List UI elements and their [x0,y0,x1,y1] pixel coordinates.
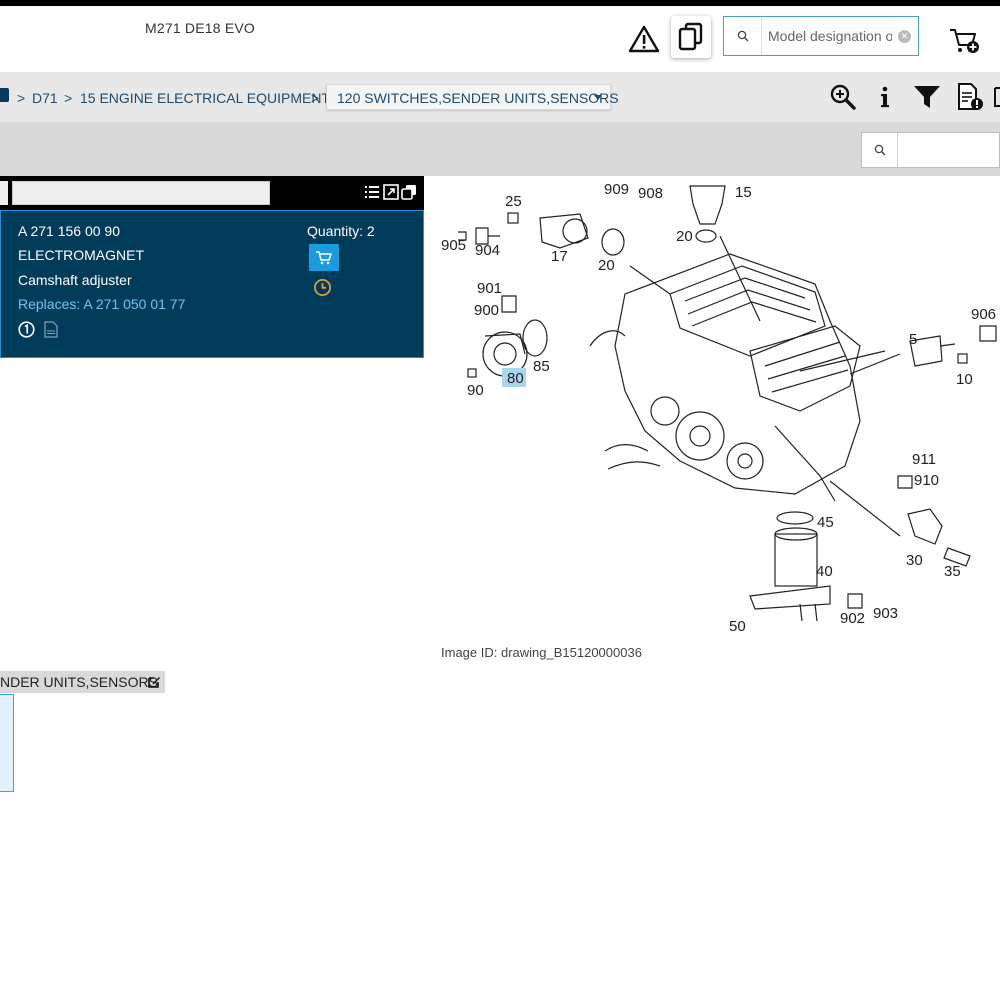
footnote-1-icon[interactable] [18,321,35,338]
list-view-icon[interactable] [364,184,380,200]
model-title: M271 DE18 EVO [145,20,255,36]
parts-search-button[interactable] [862,133,898,167]
breadcrumb-separator: > [17,90,26,106]
section-tag: NDER UNITS,SENSORS [0,671,165,693]
callout-label[interactable]: 45 [817,514,834,531]
warning-icon[interactable] [628,24,660,54]
model-search: ✕ [723,16,919,56]
caret-down-icon [594,95,602,100]
model-search-input[interactable] [768,26,892,46]
callout-label[interactable]: 40 [816,563,833,580]
part-description: Camshaft adjuster [18,272,132,288]
search-icon [737,30,748,42]
callout-label[interactable]: 85 [533,358,550,375]
edit-icon[interactable] [147,675,161,689]
callout-label[interactable]: 25 [505,193,522,210]
parts-panel-header [0,176,424,210]
callout-label[interactable]: 90 [467,382,484,399]
exploded-parts-drawing[interactable]: 909 908 15 25 20 905 904 17 20 901 900 8… [430,176,1000,636]
callout-label[interactable]: 20 [598,257,615,274]
callout-label[interactable]: 908 [638,185,663,202]
search-icon [874,144,885,156]
callout-label[interactable]: 17 [551,248,568,265]
drawing-image-id: Image ID: drawing_B15120000036 [441,645,642,660]
subgroup-dropdown[interactable]: 120 SWITCHES,SENDER UNITS,SENSORS [326,84,619,110]
callout-label[interactable]: 910 [914,472,939,489]
callout-label[interactable]: 35 [944,563,961,580]
add-to-cart-button[interactable] [309,244,339,271]
callout-label[interactable]: 20 [676,228,693,245]
cart-icon [316,250,332,264]
section-list-box[interactable] [0,694,14,792]
zoom-in-icon[interactable] [828,82,858,112]
part-name: ELECTROMAGNET [18,247,145,263]
subgroup-dropdown-label: 120 SWITCHES,SENDER UNITS,SENSORS [337,90,619,106]
breadcrumb-separator: > [64,90,73,106]
more-tools-icon[interactable] [993,82,1000,112]
callout-label[interactable]: 902 [840,610,865,627]
expand-icon[interactable] [383,184,399,200]
part-number: A 271 156 00 90 [18,223,120,239]
filter-icon[interactable] [912,82,942,112]
callout-label[interactable]: 901 [477,280,502,297]
callout-label[interactable]: 905 [441,237,466,254]
breadcrumb-item-engine-electrical[interactable]: 15 ENGINE ELECTRICAL EQUIPMENT [80,90,330,106]
callout-label[interactable]: 10 [956,371,973,388]
panel-filter-field-left[interactable] [0,181,8,205]
callout-label[interactable]: 900 [474,302,499,319]
callout-label[interactable]: 911 [912,451,936,468]
clock-history-icon[interactable] [313,278,332,297]
section-tag-label: NDER UNITS,SENSORS [0,674,158,690]
wis-document-icon[interactable] [44,321,58,338]
callout-label[interactable]: 904 [475,242,500,259]
callout-label[interactable]: 5 [909,331,917,348]
callout-labels: 909 908 15 25 20 905 904 17 20 901 900 8… [441,181,996,635]
part-quantity: Quantity: 2 [307,223,375,239]
copy-button[interactable] [671,16,711,58]
callout-label-highlighted[interactable]: 80 [507,370,524,387]
breadcrumb: > D71 > 15 ENGINE ELECTRICAL EQUIPMENT >… [0,72,1000,122]
info-icon[interactable] [870,82,900,112]
cart-add-icon[interactable] [948,26,980,56]
copy-icon [678,22,703,51]
callout-label[interactable]: 906 [971,306,996,323]
filter-bar [0,122,1000,176]
clear-icon[interactable]: ✕ [898,30,911,43]
panel-filter-input[interactable] [12,181,270,205]
callout-label[interactable]: 15 [735,184,752,201]
model-search-button[interactable] [724,17,762,55]
callout-label[interactable]: 30 [906,552,923,569]
part-replaces-link[interactable]: Replaces: A 271 050 01 77 [18,296,185,312]
breadcrumb-item-d71[interactable]: D71 [32,90,58,106]
catalog-book-icon[interactable] [0,88,9,102]
callout-label[interactable]: 50 [729,618,746,635]
duplicate-window-icon[interactable] [401,184,417,200]
parts-search [861,132,1000,168]
callout-label[interactable]: 903 [873,605,898,622]
document-alert-icon[interactable] [955,82,985,112]
part-card[interactable]: A 271 156 00 90 ELECTROMAGNET Camshaft a… [0,210,424,358]
callout-label[interactable]: 909 [604,181,629,198]
parts-search-input[interactable] [904,141,994,159]
breadcrumb-separator: > [311,90,320,106]
header: M271 DE18 EVO ✕ [0,6,1000,72]
